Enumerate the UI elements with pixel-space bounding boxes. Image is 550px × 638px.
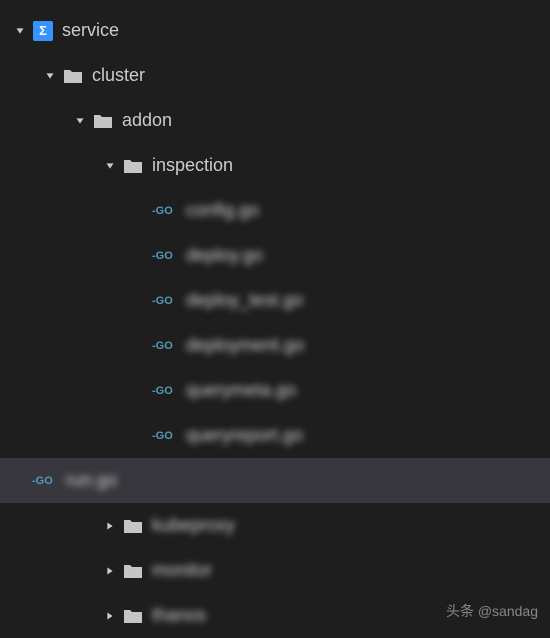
tree-file-go[interactable]: GO deploy.go	[10, 233, 550, 278]
chevron-down-icon	[100, 156, 120, 176]
go-file-icon: GO	[152, 250, 180, 262]
service-module-icon: Σ	[32, 20, 54, 42]
tree-folder-service[interactable]: Σ service	[10, 8, 550, 53]
tree-item-label: queryreport.go	[186, 425, 303, 446]
tree-item-label: run.go	[66, 470, 117, 491]
go-file-icon: GO	[152, 205, 180, 217]
tree-file-go[interactable]: GO config.go	[10, 188, 550, 233]
tree-item-label: monitor	[152, 560, 212, 581]
file-tree[interactable]: Σ service cluster addon inspection GO	[0, 0, 550, 638]
tree-item-label: querymeta.go	[186, 380, 296, 401]
chevron-right-icon	[100, 561, 120, 581]
go-file-icon: GO	[152, 295, 180, 307]
tree-item-label: deployment.go	[186, 335, 304, 356]
tree-item-label: service	[62, 20, 119, 41]
tree-file-go-selected[interactable]: GO run.go	[0, 458, 550, 503]
tree-folder-cluster[interactable]: cluster	[10, 53, 550, 98]
tree-item-label: inspection	[152, 155, 233, 176]
tree-file-go[interactable]: GO deployment.go	[10, 323, 550, 368]
chevron-right-icon	[100, 606, 120, 626]
tree-folder-inspection[interactable]: inspection	[10, 143, 550, 188]
tree-item-label: kubeproxy	[152, 515, 235, 536]
tree-item-label: cluster	[92, 65, 145, 86]
chevron-down-icon	[70, 111, 90, 131]
go-file-icon: GO	[152, 385, 180, 397]
tree-item-label: thanos	[152, 605, 206, 626]
go-file-icon: GO	[152, 340, 180, 352]
chevron-down-icon	[10, 21, 30, 41]
tree-file-go[interactable]: GO querymeta.go	[10, 368, 550, 413]
folder-icon	[122, 155, 144, 177]
go-file-icon: GO	[152, 430, 180, 442]
folder-icon	[122, 605, 144, 627]
folder-icon	[92, 110, 114, 132]
folder-icon	[122, 515, 144, 537]
tree-folder-collapsed[interactable]: kubeproxy	[10, 503, 550, 548]
tree-item-label: deploy.go	[186, 245, 263, 266]
watermark: 头条 @sandag	[446, 601, 538, 621]
tree-file-go[interactable]: GO deploy_test.go	[10, 278, 550, 323]
chevron-right-icon	[100, 516, 120, 536]
go-file-icon: GO	[32, 475, 60, 487]
tree-item-label: addon	[122, 110, 172, 131]
tree-file-go[interactable]: GO queryreport.go	[10, 413, 550, 458]
folder-icon	[122, 560, 144, 582]
chevron-down-icon	[40, 66, 60, 86]
tree-folder-addon[interactable]: addon	[10, 98, 550, 143]
folder-icon	[62, 65, 84, 87]
tree-folder-collapsed[interactable]: monitor	[10, 548, 550, 593]
tree-item-label: config.go	[186, 200, 259, 221]
tree-item-label: deploy_test.go	[186, 290, 303, 311]
